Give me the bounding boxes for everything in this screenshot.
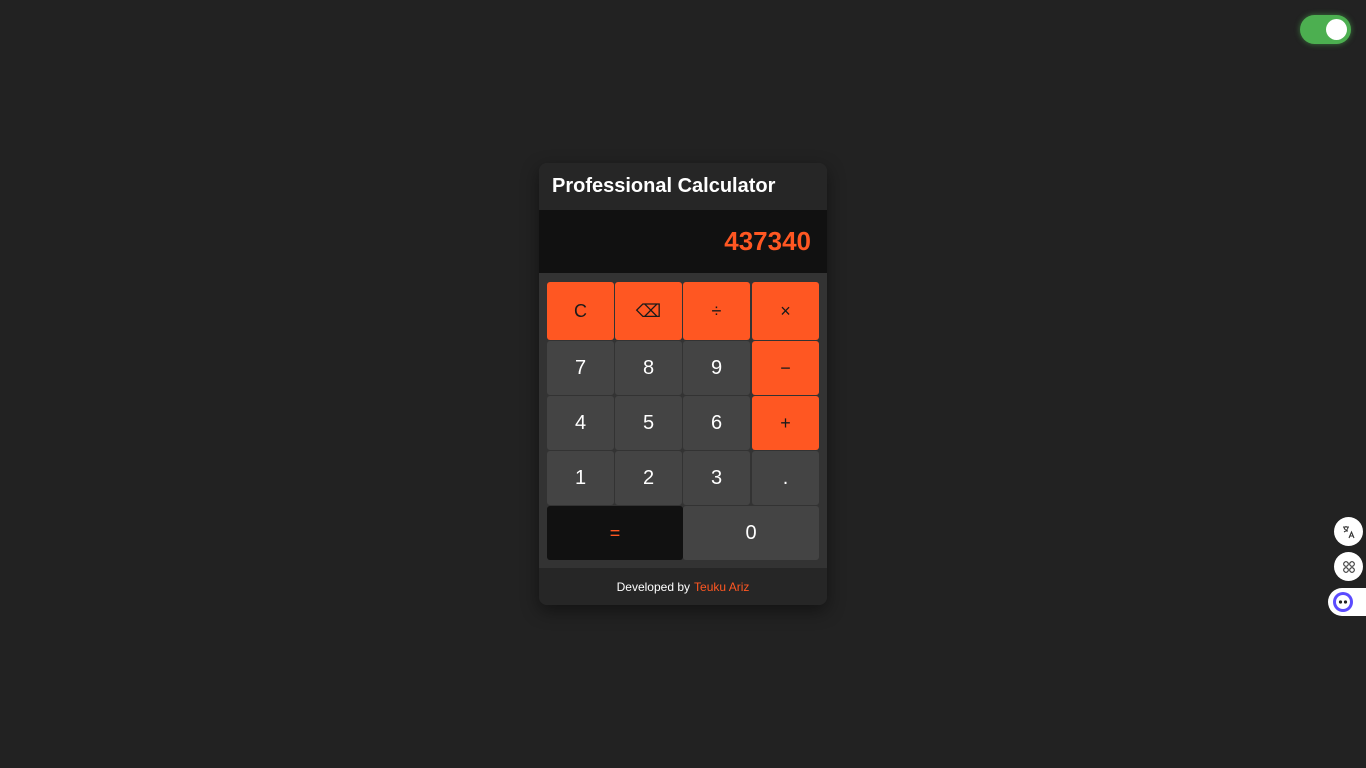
calculator-header: Professional Calculator (539, 163, 827, 210)
calculator-footer: Developed by Teuku Ariz (539, 568, 827, 605)
digit-4-button[interactable]: 4 (547, 396, 614, 450)
toggle-knob (1326, 19, 1347, 40)
translate-button[interactable] (1334, 517, 1363, 546)
digit-0-button[interactable]: 0 (683, 506, 819, 560)
apps-button[interactable] (1334, 552, 1363, 581)
translate-icon (1342, 525, 1355, 538)
digit-8-button[interactable]: 8 (615, 341, 682, 395)
clear-button[interactable]: C (547, 282, 614, 340)
digit-2-button[interactable]: 2 (615, 451, 682, 505)
calculator-display: 437340 (539, 210, 827, 273)
digit-1-button[interactable]: 1 (547, 451, 614, 505)
display-value: 437340 (724, 226, 811, 256)
digit-5-button[interactable]: 5 (615, 396, 682, 450)
digit-6-button[interactable]: 6 (683, 396, 750, 450)
digit-3-button[interactable]: 3 (683, 451, 750, 505)
multiply-button[interactable]: × (752, 282, 819, 340)
author-link[interactable]: Teuku Ariz (694, 580, 749, 594)
minus-button[interactable]: − (752, 341, 819, 395)
divide-button[interactable]: ÷ (683, 282, 750, 340)
digit-9-button[interactable]: 9 (683, 341, 750, 395)
equals-button[interactable]: = (547, 506, 683, 560)
footer-credit: Developed by (616, 579, 691, 594)
apps-icon (1342, 560, 1355, 573)
keypad: C ⌫ ÷ × 7 8 9 − 4 5 6 + 1 2 3 . = 0 (539, 273, 827, 568)
decimal-button[interactable]: . (752, 451, 819, 505)
assistant-button[interactable] (1328, 588, 1366, 616)
calculator-title: Professional Calculator (552, 175, 776, 197)
calculator: Professional Calculator 437340 C ⌫ ÷ × 7… (539, 163, 827, 605)
theme-toggle[interactable] (1300, 15, 1351, 44)
backspace-button[interactable]: ⌫ (615, 282, 682, 340)
assistant-icon (1333, 592, 1353, 612)
digit-7-button[interactable]: 7 (547, 341, 614, 395)
plus-button[interactable]: + (752, 396, 819, 450)
